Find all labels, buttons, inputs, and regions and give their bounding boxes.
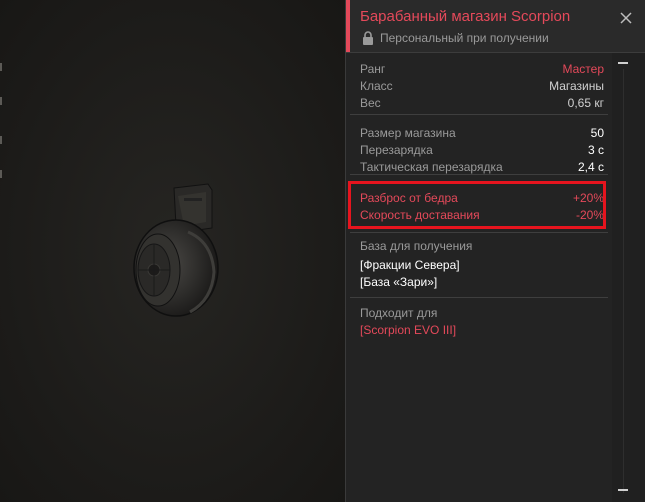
item-details-panel: Барабанный магазин Scorpion Персональный… <box>345 0 645 502</box>
info-label: Вес <box>360 96 381 110</box>
modifiers-section: Разброс от бедра +20% Скорость доставани… <box>350 175 608 233</box>
source-link[interactable]: [База «Зари»] <box>360 275 437 289</box>
modifier-value: +20% <box>572 191 604 205</box>
compat-weapon-link[interactable]: [Scorpion EVO III] <box>360 323 456 337</box>
info-row-rank: Ранг Мастер <box>360 62 604 79</box>
stats-section: Размер магазина 50 Перезарядка 3 с Такти… <box>350 115 608 175</box>
modifier-value: -20% <box>575 208 604 222</box>
binding-status: Персональный при получении <box>380 31 549 45</box>
edge-marker <box>0 136 2 144</box>
item-preview <box>0 0 345 502</box>
source-link[interactable]: [Фракции Севера] <box>360 258 460 272</box>
modifier-label: Скорость доставания <box>360 208 480 222</box>
source-section: База для получения [Фракции Севера] [Баз… <box>350 233 608 298</box>
stat-value: 50 <box>590 126 604 140</box>
info-label: Класс <box>360 79 393 93</box>
info-row-class: Класс Магазины <box>360 79 604 96</box>
class-value: Магазины <box>549 79 604 93</box>
scroll-thumb-bottom[interactable] <box>618 489 628 491</box>
compat-heading: Подходит для <box>360 306 438 320</box>
modifier-row-hip-spread: Разброс от бедра +20% <box>360 191 604 208</box>
panel-header: Барабанный магазин Scorpion Персональный… <box>346 0 645 53</box>
stat-row-reload: Перезарядка 3 с <box>360 143 604 160</box>
details-content: Ранг Мастер Класс Магазины Вес 0,65 кг Р… <box>350 53 608 502</box>
drum-magazine-image <box>133 183 219 317</box>
edge-marker <box>0 63 2 71</box>
info-section: Ранг Мастер Класс Магазины Вес 0,65 кг <box>350 53 608 115</box>
edge-marker <box>0 170 2 178</box>
modifier-label: Разброс от бедра <box>360 191 458 205</box>
close-icon[interactable] <box>618 10 634 26</box>
stat-label: Размер магазина <box>360 126 456 140</box>
stat-value: 2,4 с <box>577 160 604 174</box>
rank-value: Мастер <box>562 62 604 76</box>
compat-section: Подходит для [Scorpion EVO III] <box>350 298 608 348</box>
stat-label: Перезарядка <box>360 143 433 157</box>
scrollbar[interactable] <box>612 53 645 502</box>
edge-marker <box>0 97 2 105</box>
stat-row-mag-size: Размер магазина 50 <box>360 126 604 143</box>
scroll-thumb-top[interactable] <box>618 62 628 64</box>
stat-value: 3 с <box>587 143 604 157</box>
item-title: Барабанный магазин Scorpion <box>360 8 571 25</box>
modifier-row-draw-speed: Скорость доставания -20% <box>360 208 604 225</box>
info-row-weight: Вес 0,65 кг <box>360 96 604 113</box>
lock-icon <box>363 31 373 45</box>
weight-value: 0,65 кг <box>567 96 604 110</box>
stat-label: Тактическая перезарядка <box>360 160 503 174</box>
accent-bar <box>346 0 350 52</box>
info-label: Ранг <box>360 62 386 76</box>
source-heading: База для получения <box>360 239 473 253</box>
scroll-track[interactable] <box>623 69 636 493</box>
